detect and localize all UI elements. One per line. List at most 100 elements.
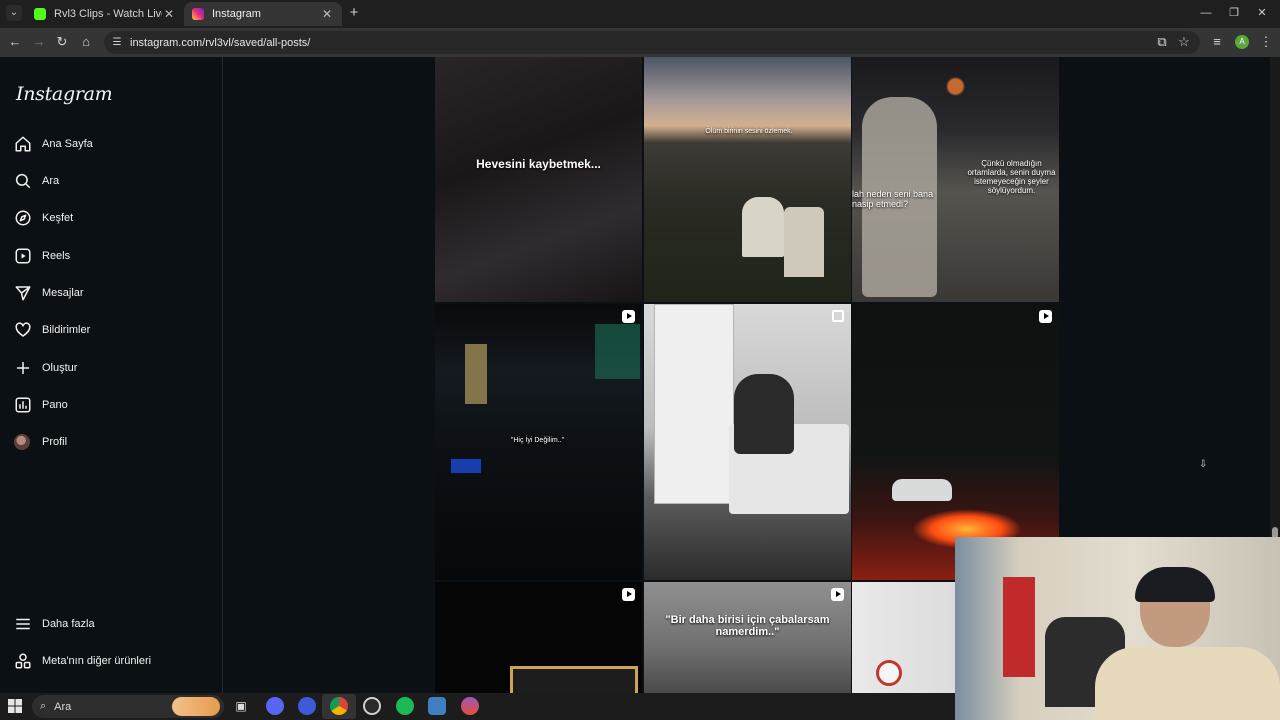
post-tile[interactable] [435,582,642,693]
tab-title: Instagram [212,8,261,20]
more-menu-icon[interactable]: ⋮ [1258,34,1274,50]
nav-dashboard[interactable]: Pano [14,392,68,418]
post-caption: Hevesini kaybetmek... [476,157,601,171]
avatar [14,434,30,450]
nav-messages[interactable]: Mesajlar [14,280,84,306]
reel-icon [622,588,635,601]
windows-start-icon[interactable] [8,699,22,713]
tab-kick[interactable]: Rvl3 Clips - Watch Live on Kick ✕ [26,2,184,26]
nav-meta-products[interactable]: Meta'nın diğer ürünleri [14,648,151,674]
nav-profile[interactable]: Profil [14,429,67,455]
meta-apps-icon [15,653,31,669]
instagram-logo[interactable]: Instagram [16,83,113,105]
spotify-icon[interactable] [396,697,414,715]
app-icon[interactable] [461,697,479,715]
windows-taskbar: ⌕ Ara ▣ [0,693,955,720]
discord-icon[interactable] [266,697,284,715]
post-tile[interactable]: "Hiç İyi Değilim.." [435,304,642,580]
nav-label: Ana Sayfa [42,138,93,150]
new-tab-button[interactable]: + [346,5,362,21]
post-tile[interactable]: "Bir daha birisi için çabalarsam namerdi… [644,582,851,693]
post-tile[interactable] [644,304,851,580]
nav-label: Reels [42,250,71,262]
media-control-icon[interactable]: ≡ [1209,34,1225,50]
nav-more[interactable]: Daha fazla [14,611,95,637]
building-image [595,324,640,379]
post-tile[interactable]: Hevesini kaybetmek... [435,57,642,302]
headphones-image [1135,567,1215,602]
forward-icon[interactable]: → [31,34,47,50]
nav-label: Mesajlar [42,287,84,299]
hoodie-image [1095,647,1280,720]
post-tile[interactable]: lah neden seni bana nasip etmedi? Çünkü … [852,57,1059,302]
clock-image [876,660,902,686]
person-image [734,374,794,454]
reels-icon [15,248,31,264]
nav-label: Pano [42,399,68,411]
nav-label: Keşfet [42,212,74,224]
menu-icon [16,618,30,630]
profile-avatar[interactable]: A [1235,35,1249,49]
post-caption: Çünkü olmadığın ortamlarda, senin duyma … [967,159,1056,195]
browser-tabstrip: ⌄ Rvl3 Clips - Watch Live on Kick ✕ Inst… [0,0,1280,28]
app-icon[interactable] [298,697,316,715]
obs-icon[interactable] [363,697,381,715]
reload-icon[interactable]: ↻ [54,34,70,50]
reel-icon [1039,310,1052,323]
url-text: instagram.com/rvl3vl/saved/all-posts/ [130,36,311,49]
chrome-icon[interactable] [330,697,348,715]
nav-label: Bildirimler [42,324,91,336]
gravestone-image [742,197,784,257]
tab-search-button[interactable]: ⌄ [6,5,22,21]
home-icon [15,136,31,152]
back-icon[interactable]: ← [7,34,23,50]
nav-search[interactable]: Ara [14,168,59,194]
restore-button[interactable]: ❐ [1224,4,1244,22]
nav-home[interactable]: Ana Sayfa [14,131,93,157]
install-app-icon[interactable]: ⧉ [1154,34,1170,50]
nav-reels[interactable]: Reels [14,243,70,269]
app-icon[interactable] [428,697,446,715]
car-image [892,479,952,501]
reel-icon [622,310,635,323]
close-icon[interactable]: ✕ [162,7,176,21]
minimize-button[interactable]: — [1196,4,1216,22]
post-caption: "Hiç İyi Değilim.." [510,437,565,444]
post-caption: lah neden seni bana nasip etmedi? [852,189,934,209]
nav-label: Meta'nın diğer ürünleri [42,655,152,667]
tower-image [465,344,487,404]
site-info-icon[interactable]: ☰ [110,36,124,50]
search-icon [15,173,31,189]
post-caption: "Bir daha birisi için çabalarsam namerdi… [665,614,830,638]
dashboard-icon [15,397,31,413]
nav-explore[interactable]: Keşfet [14,205,73,231]
nav-notifications[interactable]: Bildirimler [14,317,90,343]
nav-label: Oluştur [42,362,78,374]
kick-icon [34,8,46,20]
address-bar[interactable]: ☰ instagram.com/rvl3vl/saved/all-posts/ [104,31,1200,54]
nav-label: Ara [42,175,60,187]
close-icon[interactable]: ✕ [320,7,334,21]
home-icon[interactable]: ⌂ [78,34,94,50]
tv-frame-image [510,666,638,693]
post-tile[interactable]: Ölüm birinin sesini özlemek. [644,57,851,302]
mouse-cursor-icon: ⇩ [1199,459,1208,470]
compass-icon [15,210,31,226]
close-window-button[interactable]: ✕ [1252,4,1272,22]
heart-icon [15,322,31,337]
plus-icon [17,362,29,374]
nav-create[interactable]: Oluştur [14,355,77,381]
taskbar-search[interactable]: ⌕ Ara [32,695,224,718]
nav-label: Profil [42,436,68,448]
bookmark-star-icon[interactable]: ☆ [1176,34,1192,50]
dashboard-display-image [451,459,481,473]
tab-title: Rvl3 Clips - Watch Live on Kick [54,8,162,20]
messages-icon [15,286,31,301]
search-placeholder: Ara [54,700,72,713]
search-highlight-image [172,697,220,716]
reel-icon [831,588,844,601]
search-icon: ⌕ [40,700,47,712]
instagram-icon [192,8,204,20]
tab-instagram[interactable]: Instagram ✕ [184,2,342,26]
task-view-icon[interactable]: ▣ [232,697,250,715]
